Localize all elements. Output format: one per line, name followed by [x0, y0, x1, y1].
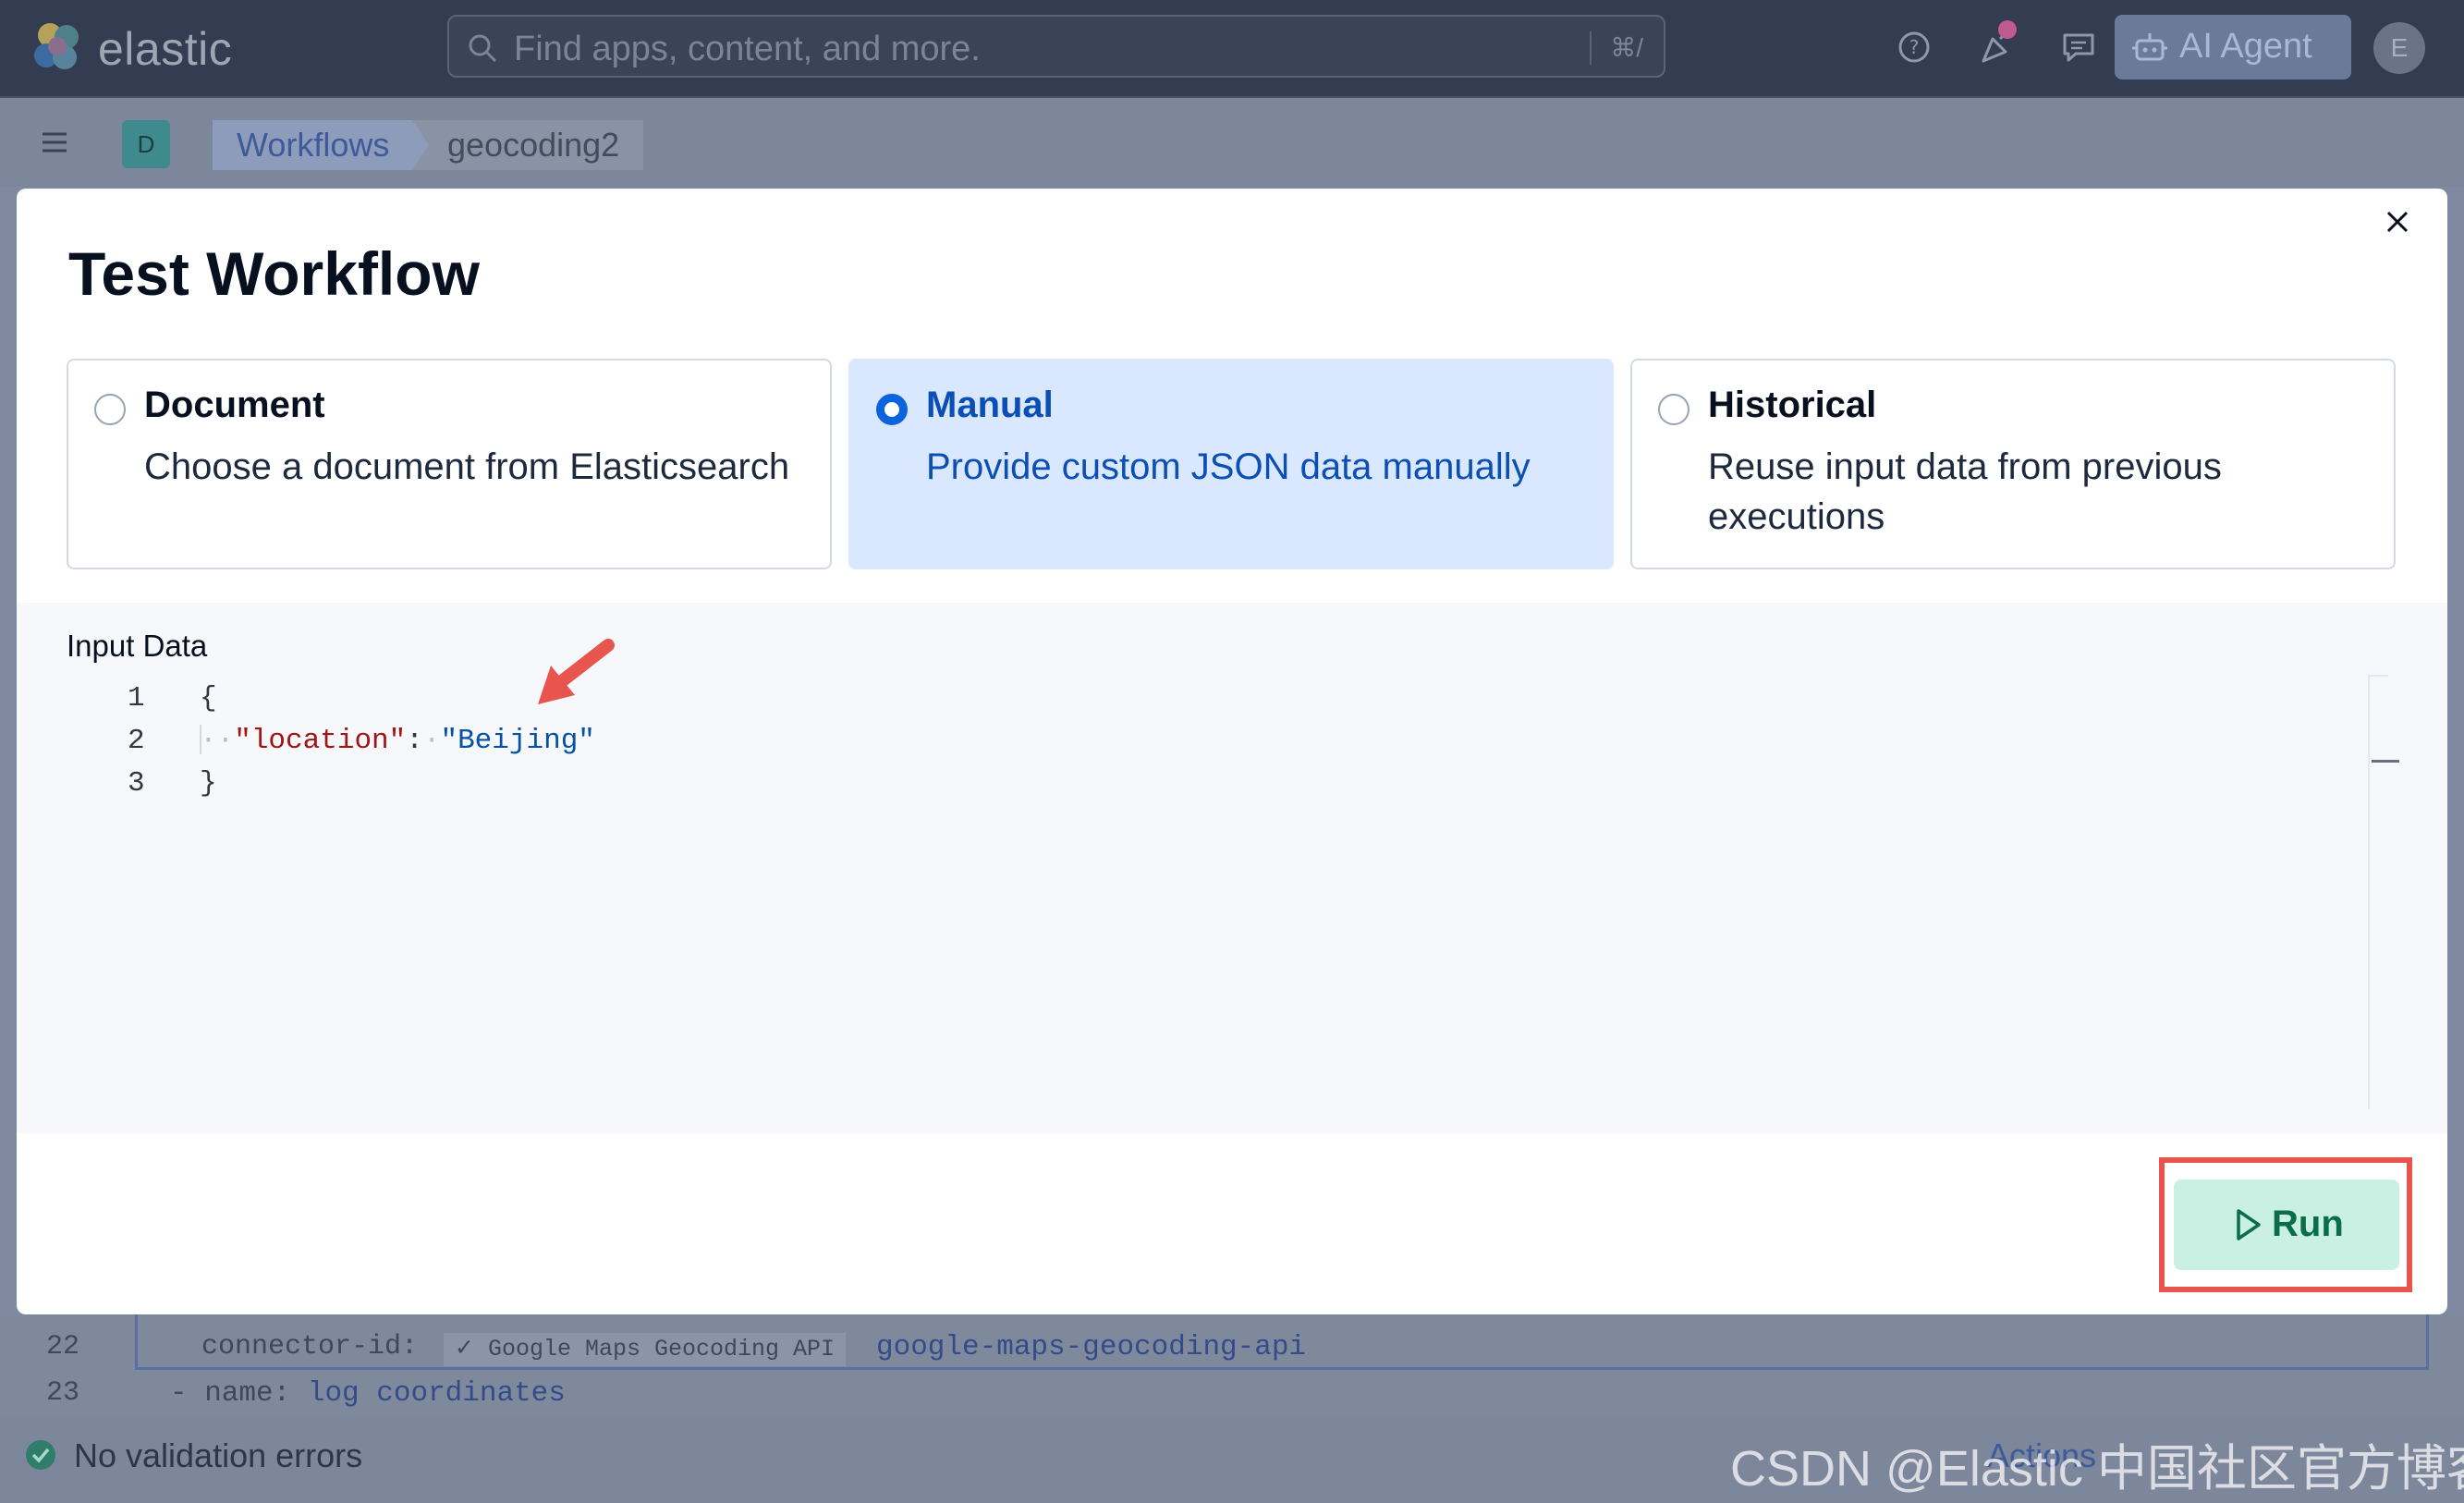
search-shortcut: ⌘/: [1590, 31, 1643, 65]
option-description: Provide custom JSON data manually: [926, 446, 1531, 487]
code-key: - name:: [170, 1377, 291, 1410]
editor-scroll-marker[interactable]: [2372, 760, 2399, 763]
editor-scrollbar-cap: [2368, 675, 2388, 677]
top-header: elastic Find apps, content, and more. ⌘/…: [0, 0, 2464, 98]
robot-icon: [2132, 33, 2167, 61]
close-icon[interactable]: [2381, 205, 2414, 238]
input-data-label: Input Data: [67, 629, 208, 663]
ai-agent-button[interactable]: AI Agent: [2115, 15, 2351, 79]
option-title: Document: [144, 385, 325, 425]
option-title: Manual: [926, 385, 1054, 425]
code-line: - name: log coordinates: [170, 1377, 566, 1410]
breadcrumb-current: geocoding2: [412, 120, 644, 170]
ai-agent-label: AI Agent: [2179, 27, 2312, 66]
code-line-location[interactable]: ··"location":·"Beijing": [200, 725, 595, 757]
json-key: "location": [234, 725, 407, 757]
menu-icon[interactable]: [39, 129, 70, 155]
watermark: CSDN @Elastic 中国社区官方博客: [1730, 1441, 2464, 1497]
space-badge[interactable]: D: [122, 120, 170, 168]
elastic-logo[interactable]: [31, 20, 85, 74]
breadcrumb-workflows[interactable]: Workflows: [213, 120, 432, 170]
search-placeholder: Find apps, content, and more.: [514, 30, 981, 68]
notification-dot: [1998, 20, 2017, 39]
code-value: log coordinates: [307, 1377, 566, 1410]
option-manual[interactable]: Manual Provide custom JSON data manually: [848, 359, 1614, 569]
option-historical[interactable]: Historical Reuse input data from previou…: [1630, 359, 2396, 569]
help-icon[interactable]: ?: [1895, 28, 1933, 67]
check-circle-icon: [26, 1440, 55, 1470]
connector-id-value: google-maps-geocoding-api: [876, 1331, 1307, 1363]
json-value: "Beijing": [440, 725, 595, 757]
code-key: connector-id:: [201, 1331, 419, 1362]
option-title: Historical: [1708, 385, 1877, 425]
json-colon: :: [406, 725, 423, 757]
play-icon: [2237, 1209, 2261, 1240]
option-description: Reuse input data from previous execution…: [1708, 446, 2222, 537]
radio-button[interactable]: [94, 394, 126, 425]
global-search[interactable]: Find apps, content, and more. ⌘/: [447, 15, 1665, 78]
logo-text[interactable]: elastic: [98, 22, 232, 76]
line-number: 3: [128, 767, 145, 800]
modal-title: Test Workflow: [68, 239, 480, 308]
connector-check-badge: ✓ Google Maps Geocoding API: [444, 1333, 847, 1366]
line-number: 1: [128, 682, 145, 715]
option-description: Choose a document from Elasticsearch: [144, 446, 790, 487]
line-number: 2: [128, 725, 145, 757]
line-number: 23: [46, 1377, 80, 1409]
arrow-annotation: [538, 639, 615, 704]
code-close-brace: }: [200, 767, 217, 800]
json-editor[interactable]: [17, 603, 2447, 1133]
svg-text:?: ?: [1909, 36, 1920, 58]
code-open-brace: {: [200, 682, 217, 715]
validation-status: No validation errors: [74, 1436, 363, 1474]
line-number: 22: [46, 1331, 80, 1362]
radio-button-selected[interactable]: [876, 394, 908, 425]
chat-icon[interactable]: [2059, 28, 2098, 67]
radio-button[interactable]: [1658, 394, 1689, 425]
run-label: Run: [2272, 1204, 2344, 1244]
option-document[interactable]: Document Choose a document from Elastics…: [67, 359, 832, 569]
run-button[interactable]: Run: [2174, 1179, 2399, 1270]
user-avatar[interactable]: E: [2373, 22, 2425, 74]
search-icon: [469, 34, 497, 63]
editor-scrollbar[interactable]: [2368, 675, 2370, 1109]
